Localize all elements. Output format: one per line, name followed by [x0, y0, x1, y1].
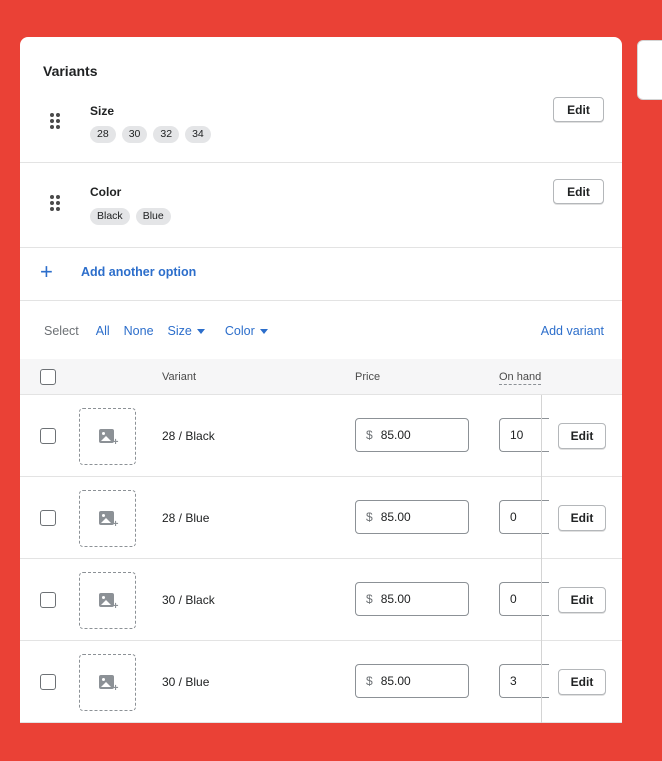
divider [20, 300, 622, 301]
divider [20, 162, 622, 163]
edit-variant-button[interactable]: Edit [558, 505, 606, 531]
image-add-icon: + [98, 428, 119, 447]
select-none-link[interactable]: None [124, 324, 154, 338]
price-input[interactable]: $ 85.00 [355, 500, 469, 534]
select-bar: Select All None Size Color [44, 324, 282, 338]
option-value-tag: 32 [153, 126, 180, 143]
select-label: Select [44, 324, 79, 338]
table-row: + 28 / Black $ 85.00 10 Edit [20, 395, 622, 477]
price-value: 85.00 [380, 428, 411, 442]
add-variant-link[interactable]: Add variant [541, 324, 604, 338]
drag-handle-icon[interactable] [50, 113, 60, 129]
option-name: Size [90, 104, 115, 118]
variant-name: 30 / Black [162, 593, 215, 607]
add-image-button[interactable]: + [79, 572, 136, 629]
row-checkbox[interactable] [40, 592, 56, 608]
edit-size-button[interactable]: Edit [553, 97, 604, 122]
price-input[interactable]: $ 85.00 [355, 582, 469, 616]
price-input[interactable]: $ 85.00 [355, 664, 469, 698]
image-add-icon: + [98, 510, 119, 529]
table-row: + 30 / Blue $ 85.00 3 Edit [20, 641, 622, 723]
caret-down-icon [196, 328, 205, 334]
edit-variant-button[interactable]: Edit [558, 669, 606, 695]
add-option-link[interactable]: + Add another option [40, 259, 197, 284]
variant-name: 28 / Black [162, 429, 215, 443]
currency-symbol: $ [366, 510, 373, 524]
option-value-tag: Blue [135, 208, 171, 225]
select-size-dropdown[interactable]: Size [168, 324, 205, 338]
option-value-tag: Black [90, 208, 130, 225]
divider [20, 247, 622, 248]
caret-down-icon [259, 328, 268, 334]
option-values: 28 30 32 34 [90, 126, 211, 143]
plus-icon: + [40, 259, 53, 284]
adjacent-panel-edge [637, 40, 662, 100]
add-option-label: Add another option [81, 265, 197, 279]
row-checkbox[interactable] [40, 510, 56, 526]
header-on-hand: On hand [499, 371, 542, 385]
section-title: Variants [43, 63, 98, 79]
option-value-tag: 34 [185, 126, 211, 143]
variant-name: 30 / Blue [162, 675, 210, 689]
price-value: 85.00 [380, 592, 411, 606]
option-value-tag: 28 [90, 126, 116, 143]
price-value: 85.00 [380, 674, 411, 688]
option-value-tag: 30 [121, 126, 148, 143]
table-row: + 28 / Blue $ 85.00 0 Edit [20, 477, 622, 559]
option-color: Color Black Blue Edit [20, 179, 622, 244]
currency-symbol: $ [366, 592, 373, 606]
price-input[interactable]: $ 85.00 [355, 418, 469, 452]
header-variant: Variant [162, 371, 197, 383]
image-add-icon: + [98, 592, 119, 611]
table-row: + 30 / Black $ 85.00 0 Edit [20, 559, 622, 641]
add-image-button[interactable]: + [79, 490, 136, 547]
edit-variant-button[interactable]: Edit [558, 587, 606, 613]
price-value: 85.00 [380, 510, 411, 524]
option-size: Size 28 30 32 34 Edit [20, 97, 622, 162]
variant-name: 28 / Blue [162, 511, 210, 525]
add-image-button[interactable]: + [79, 654, 136, 711]
variants-card: Variants Size 28 30 32 34 Edit Color Bla… [20, 37, 622, 723]
image-add-icon: + [98, 674, 119, 693]
option-values: Black Blue [90, 208, 171, 225]
drag-handle-icon[interactable] [50, 195, 60, 211]
edit-color-button[interactable]: Edit [553, 179, 604, 204]
currency-symbol: $ [366, 428, 373, 442]
currency-symbol: $ [366, 674, 373, 688]
option-name: Color [90, 185, 122, 199]
add-image-button[interactable]: + [79, 408, 136, 465]
variants-table-header: Variant Price On hand [20, 359, 622, 395]
select-color-dropdown[interactable]: Color [225, 324, 268, 338]
edit-variant-button[interactable]: Edit [558, 423, 606, 449]
select-all-checkbox[interactable] [40, 369, 56, 385]
header-price: Price [355, 371, 381, 383]
row-checkbox[interactable] [40, 428, 56, 444]
row-checkbox[interactable] [40, 674, 56, 690]
sticky-column-divider [541, 395, 542, 723]
select-all-link[interactable]: All [96, 324, 110, 338]
